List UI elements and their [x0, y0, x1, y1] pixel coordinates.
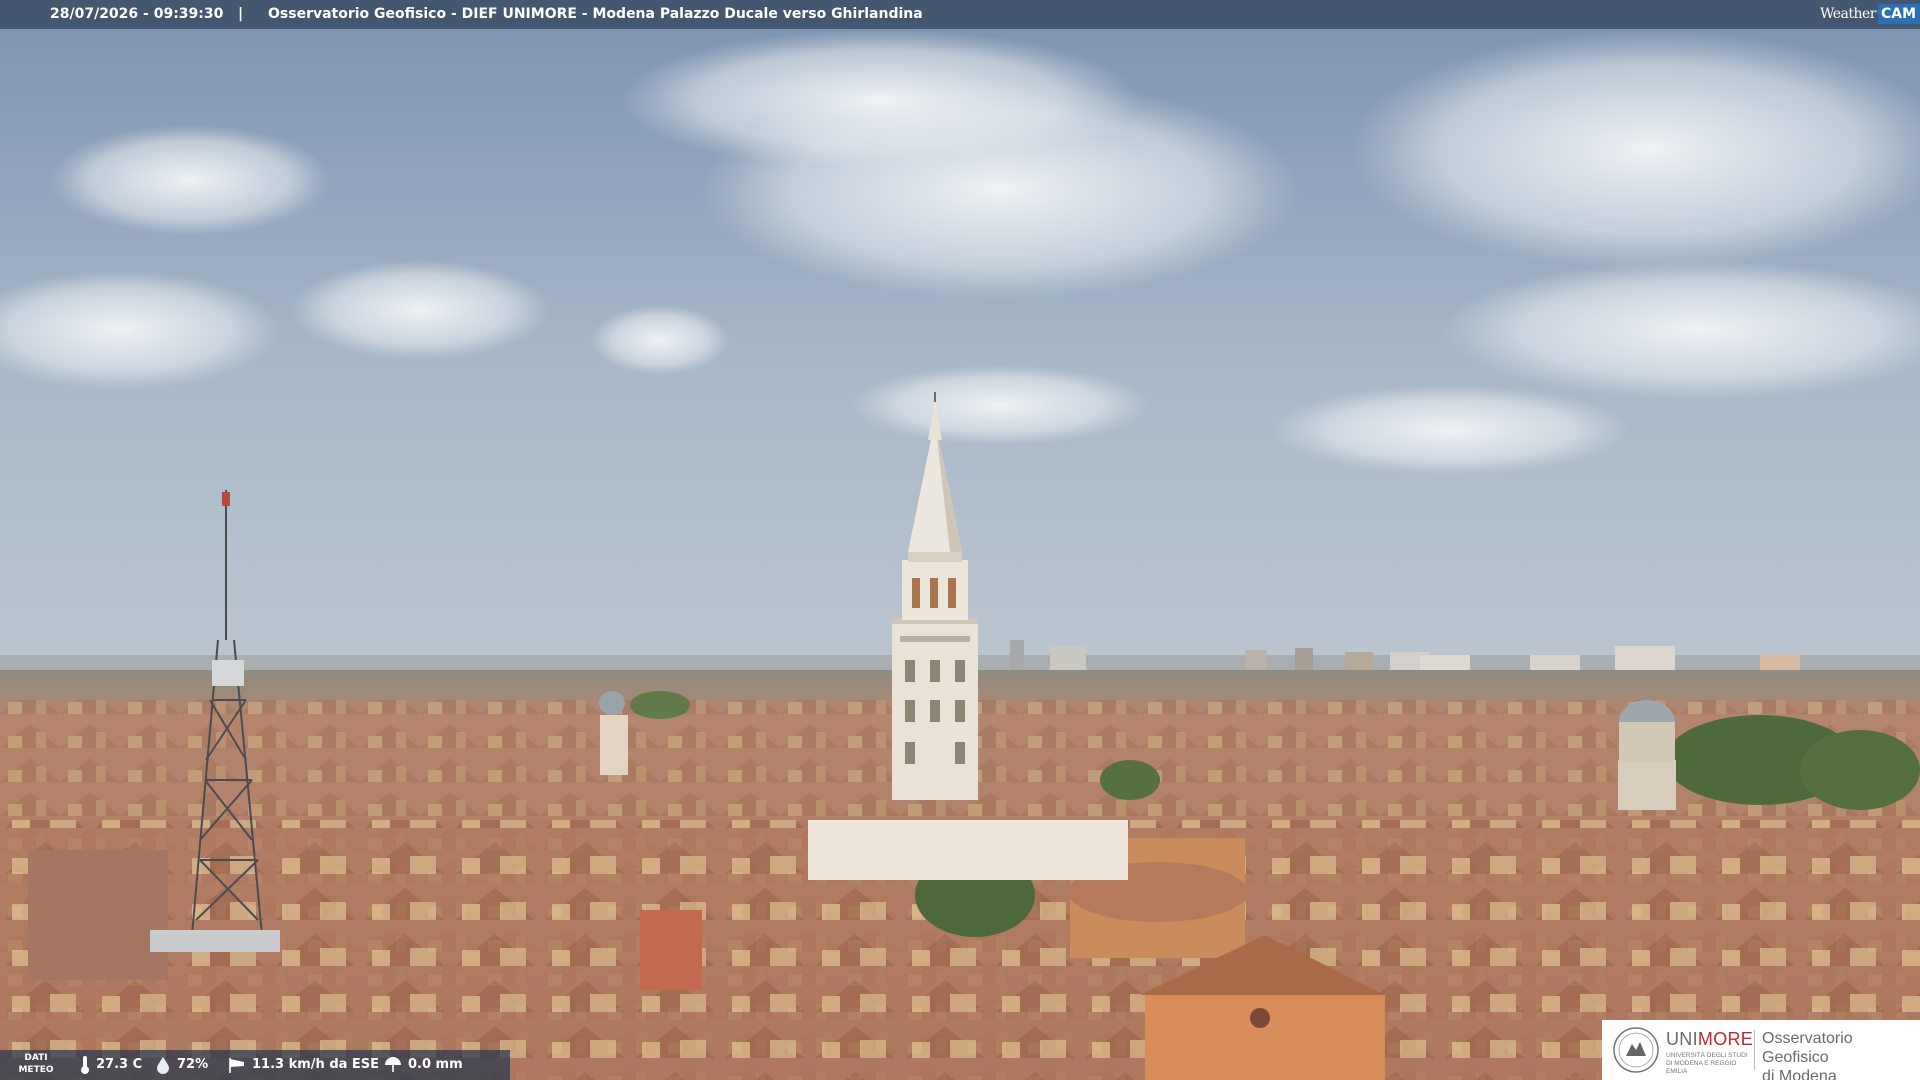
brand-weather-text: Weather [1819, 6, 1877, 22]
weather-data-label: DATI METEO [14, 1052, 58, 1076]
timestamp: 28/07/2026 - 09:39:30 [50, 6, 224, 22]
wind-value: 11.3 km/h da ESE [252, 1057, 380, 1072]
observatory-name: Osservatorio Geofisico di Modena [1762, 1029, 1920, 1080]
unimore-wordmark-more: MORE [1697, 1029, 1754, 1049]
brand-cam-text: CAM [1877, 4, 1920, 24]
university-seal-icon [1613, 1027, 1659, 1073]
weather-data-label-line1: DATI [24, 1053, 48, 1063]
weathercam-logo: Weather CAM [1820, 0, 1920, 29]
unimore-wordmark: UNIMORE [1666, 1029, 1753, 1050]
camera-caption: Osservatorio Geofisico - DIEF UNIMORE - … [268, 6, 923, 22]
observatory-name-line2: di Modena [1762, 1068, 1837, 1080]
caption-bar: 28/07/2026 - 09:39:30 | Osservatorio Geo… [0, 0, 1920, 29]
logo-divider [1754, 1030, 1755, 1070]
umbrella-icon [385, 1057, 401, 1072]
city-panorama [0, 0, 1920, 1080]
droplet-icon [157, 1057, 169, 1074]
humidity-reading: 72% [155, 1050, 208, 1080]
rain-reading: 0.0 mm [384, 1050, 463, 1080]
humidity-value: 72% [177, 1057, 209, 1072]
unimore-observatory-logo: UNIMORE UNIVERSITÀ DEGLI STUDI DI MODENA… [1602, 1020, 1920, 1080]
rain-value: 0.0 mm [408, 1057, 463, 1072]
unimore-subtitle: UNIVERSITÀ DEGLI STUDI DI MODENA E REGGI… [1666, 1052, 1748, 1075]
windsock-icon [229, 1058, 244, 1073]
weather-data-label-line2: METEO [18, 1065, 54, 1075]
thermometer-icon [81, 1056, 89, 1074]
observatory-name-line1: Osservatorio Geofisico [1762, 1030, 1853, 1066]
temperature-value: 27.3 C [96, 1057, 143, 1072]
wind-reading: 11.3 km/h da ESE [228, 1050, 379, 1080]
temperature-reading: 27.3 C [80, 1050, 142, 1080]
webcam-view: 28/07/2026 - 09:39:30 | Osservatorio Geo… [0, 0, 1920, 1080]
caption-separator: | [238, 6, 244, 22]
weather-data-bar: DATI METEO 27.3 C 72% 11.3 km/h da ESE 0… [0, 1050, 510, 1080]
unimore-wordmark-uni: UNI [1666, 1029, 1698, 1049]
